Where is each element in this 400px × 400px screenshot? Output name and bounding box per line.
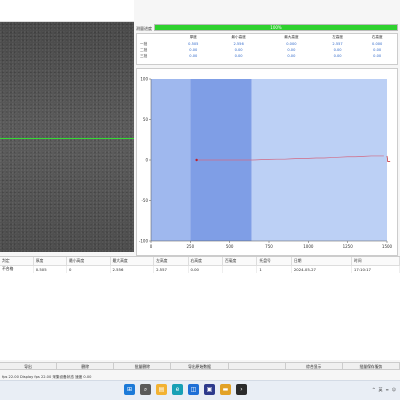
result-header[interactable]: 百毫度	[222, 257, 258, 266]
chart-svg: 0 250 500 750 1000 1250 1500100500-50-100	[139, 77, 393, 250]
folder-icon[interactable]: ▬	[220, 384, 231, 395]
result-header[interactable]: 托盘号	[256, 257, 292, 266]
table-cell: 2.556	[110, 265, 155, 273]
taskbar-apps: ⊞ ⌕ ▤ e ◫ ▣ ▬ ›	[124, 384, 247, 395]
stats-header: 左高度	[332, 35, 343, 39]
result-header[interactable]: 判定	[0, 257, 34, 266]
result-header[interactable]: 日期	[291, 257, 352, 266]
stats-header: 最小高度	[231, 35, 246, 39]
action-button-0[interactable]: 导出	[0, 363, 58, 369]
table-cell: 0.505	[33, 265, 67, 273]
action-button-6[interactable]: 批量保存服务	[343, 363, 400, 369]
profile-chart[interactable]: 0 250 500 750 1000 1250 1500 100 50 0 -50 -100	[136, 68, 398, 256]
files-icon[interactable]: ▤	[156, 384, 167, 395]
system-tray: ^ 英 ≡ ☺	[372, 387, 396, 393]
chart-region	[251, 79, 387, 241]
stats-header: 厚度	[189, 35, 197, 39]
app-icon[interactable]: ▣	[204, 384, 215, 395]
action-button-1[interactable]: 删除	[57, 363, 115, 369]
action-button-3[interactable]: 导出原始数据	[171, 363, 229, 369]
tray-menu-icon[interactable]: ≡	[385, 387, 388, 393]
action-button-bar: 导出 删除 批量删除 导出原始数据 综合显示 批量保存服务	[0, 362, 400, 370]
x-tick-label: 1500	[382, 244, 393, 249]
result-header[interactable]: 厚度	[33, 257, 67, 266]
table-cell: 1	[256, 265, 292, 273]
series-line	[386, 155, 391, 162]
edge-icon[interactable]: e	[172, 384, 183, 395]
chart-region	[151, 79, 191, 241]
y-tick-label: 100	[140, 77, 148, 82]
action-button-2[interactable]: 批量删除	[114, 363, 172, 369]
table-row[interactable]: 不合格 0.505 0 2.556 2.557 0.00 1 2024-05-27 17:10:…	[0, 265, 400, 273]
stats-header: 右高度	[371, 35, 383, 39]
table-cell: 17:10:17	[351, 265, 400, 273]
table-cell	[222, 265, 258, 273]
result-header[interactable]: 最大高度	[110, 257, 155, 266]
y-tick-label: -50	[141, 198, 148, 203]
stats-cell: 0.00	[333, 54, 342, 58]
table-cell: 0	[66, 265, 111, 273]
action-button-5[interactable]: 综合显示	[286, 363, 343, 369]
chart-marker	[195, 158, 198, 162]
store-icon[interactable]: ◫	[188, 384, 199, 395]
result-header[interactable]: 时间	[351, 257, 400, 266]
result-header[interactable]: 最小高度	[66, 257, 111, 266]
tray-expand-icon[interactable]: ^	[372, 387, 375, 393]
camera-toolbar	[0, 0, 134, 22]
x-tick-label: 1000	[303, 244, 314, 249]
terminal-icon[interactable]: ›	[236, 384, 247, 395]
taskbar: ⊞ ⌕ ▤ e ◫ ▣ ▬ › ^ 英 ≡ ☺	[0, 380, 400, 400]
action-button-4[interactable]	[229, 363, 286, 369]
progress-text: 100%	[270, 25, 282, 30]
y-tick-label: -100	[139, 239, 149, 244]
x-tick-label: 250	[187, 244, 195, 249]
x-tick-label: 1250	[343, 244, 354, 249]
windows-icon[interactable]: ⊞	[124, 384, 135, 395]
stats-row-name: 三批	[140, 53, 148, 58]
x-tick-label: 500	[226, 244, 234, 249]
x-tick-label: 750	[265, 244, 273, 249]
progress-bar: 100%	[154, 24, 398, 31]
result-header[interactable]: 右高度	[188, 257, 223, 266]
measurement-line	[0, 138, 134, 139]
progress-label: 测量进度	[136, 26, 152, 31]
stats-cell: 0.00	[287, 54, 296, 58]
stats-cell: 0.00	[234, 54, 243, 58]
y-tick-label: 50	[143, 117, 149, 122]
tray-user-icon[interactable]: ☺	[392, 387, 396, 393]
input-language[interactable]: 英	[378, 387, 382, 393]
search-icon[interactable]: ⌕	[140, 384, 151, 395]
table-cell: 不合格	[0, 265, 34, 273]
x-tick-label: 0	[150, 244, 153, 249]
stats-table: 厚度 最小高度 最大高度 左高度 右高度 一批 0.505 2.556 0.000 2.557 0…	[136, 33, 398, 65]
stats-header	[137, 34, 174, 41]
table-cell: 0.00	[188, 265, 223, 273]
table-cell: 2.557	[153, 265, 189, 273]
camera-preview	[0, 22, 134, 252]
stats-header: 最大高度	[284, 35, 299, 39]
result-table[interactable]: 判定 厚度 最小高度 最大高度 左高度 右高度 百毫度 托盘号 日期 时间 不合格 0.505 0 2.…	[0, 256, 400, 360]
result-header[interactable]: 左高度	[153, 257, 189, 266]
table-cell: 2024-05-27	[291, 265, 352, 273]
stats-row: 三批 0.00 0.00 0.00 0.00 0.00	[137, 53, 397, 59]
stats-cell: 0.00	[373, 54, 382, 58]
app-window: 测量进度 100% 厚度 最小高度 最大高度 左高度 右高度 一批 0.505 2.556 0…	[0, 0, 400, 400]
y-tick-label: 0	[145, 158, 148, 163]
stats-cell: 0.00	[189, 54, 198, 58]
